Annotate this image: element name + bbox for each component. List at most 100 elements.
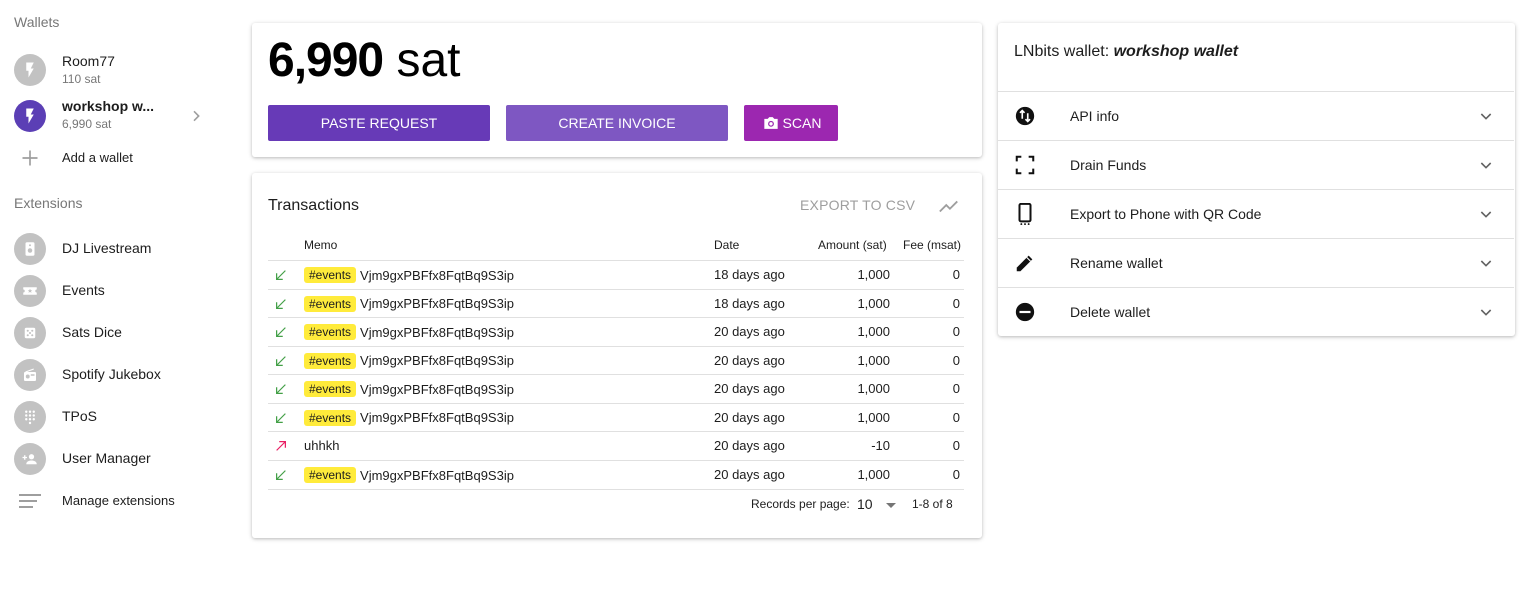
column-header-amount[interactable]: Amount (sat) [818,238,887,252]
expansion-drain-funds[interactable]: Drain Funds [998,140,1514,189]
person-add-icon [14,443,46,475]
expansion-export-phone[interactable]: Export to Phone with QR Code [998,189,1514,238]
table-row[interactable]: uhhkh 20 days ago -10 0 [268,431,964,460]
fee-cell: 0 [952,352,960,368]
expansion-label: Delete wallet [1070,304,1151,320]
amount-cell: 1,000 [857,267,890,282]
amount-cell: 1,000 [857,352,890,368]
chevron-down-icon [1480,309,1492,316]
extension-label: TPoS [62,408,98,424]
fee-cell: 0 [952,467,960,482]
expansion-label: API info [1070,108,1120,124]
dialpad-icon [14,401,46,433]
dropdown-arrow-icon [886,503,896,508]
fee-cell: 0 [952,409,960,425]
amount-cell: 1,000 [857,381,890,396]
expansion-delete-wallet[interactable]: Delete wallet [998,287,1514,336]
table-row[interactable]: #events Vjm9gxPBFfx8FqtBq9S3ip 20 days ag… [268,374,964,403]
ticket-icon [14,275,46,307]
extensions-section-title: Extensions [14,195,83,211]
extension-label: User Manager [62,450,151,466]
add-wallet-button[interactable]: Add a wallet [0,138,220,178]
arrow-outgoing-icon [276,441,286,451]
table-row[interactable]: #events Vjm9gxPBFfx8FqtBq9S3ip 20 days ag… [268,402,964,432]
extension-label: DJ Livestream [62,240,152,256]
expansion-api-info[interactable]: API info [998,91,1514,140]
table-row[interactable]: #events Vjm9gxPBFfx8FqtBq9S3ip 18 days ag… [268,260,964,289]
column-header-date[interactable]: Date [714,238,739,252]
sidebar-extension-events[interactable]: Events [0,270,220,312]
radio-icon [14,359,46,391]
sidebar-extension-user-manager[interactable]: User Manager [0,438,220,480]
column-header-fee[interactable]: Fee (msat) [903,238,961,252]
memo-text: uhhkh [304,438,340,453]
camera-icon [763,117,778,129]
memo-text: Vjm9gxPBFfx8FqtBq9S3ip [360,353,514,368]
create-invoice-button[interactable]: CREATE INVOICE [506,105,728,141]
records-per-page-label: Records per page: [751,497,850,511]
api-swap-icon [1015,106,1035,126]
fee-cell: 0 [952,324,960,339]
remove-circle-icon [1015,302,1035,322]
tag-badge: #events [304,267,357,283]
fee-cell: 0 [952,381,960,396]
chevron-down-icon [1480,113,1492,120]
manage-extensions-label: Manage extensions [62,493,175,508]
wallet-balance: 110 sat [62,72,101,86]
sidebar-extension-dj-livestream[interactable]: DJ Livestream [0,228,220,270]
add-wallet-label: Add a wallet [62,150,133,165]
sidebar-wallet-workshop[interactable]: workshop w... 6,990 sat [0,94,220,136]
table-row[interactable]: #events Vjm9gxPBFfx8FqtBq9S3ip 20 days ag… [268,317,964,346]
fee-cell: 0 [952,438,960,453]
records-per-page-value: 10 [857,496,873,512]
plus-icon [22,150,38,166]
scan-button[interactable]: SCAN [744,105,838,141]
memo-text: Vjm9gxPBFfx8FqtBq9S3ip [360,324,514,340]
date-cell: 20 days ago [714,438,785,453]
wallets-section-title: Wallets [14,14,60,30]
chevron-down-icon [1480,211,1492,218]
memo-text: Vjm9gxPBFfx8FqtBq9S3ip [360,296,514,311]
tag-badge: #events [304,352,357,369]
records-per-page-select[interactable]: 10 [857,496,896,512]
memo-text: Vjm9gxPBFfx8FqtBq9S3ip [360,381,514,397]
table-divider [268,489,964,490]
date-cell: 20 days ago [714,352,785,368]
transactions-card: Transactions EXPORT TO CSV Memo Date Amo… [252,173,982,538]
wallet-panel-name: workshop wallet [1113,43,1239,60]
scan-label: SCAN [782,115,822,131]
extension-label: Spotify Jukebox [62,366,161,382]
sidebar-extension-sats-dice[interactable]: Sats Dice [0,312,220,354]
chevron-down-icon [1480,260,1492,267]
table-row[interactable]: #events Vjm9gxPBFfx8FqtBq9S3ip 20 days ag… [268,460,964,489]
arrow-incoming-icon [276,412,286,423]
expansion-label: Export to Phone with QR Code [1070,206,1262,222]
tag-badge: #events [304,295,357,312]
tag-badge: #events [304,381,357,397]
amount-cell: 1,000 [857,324,890,339]
chart-line-icon[interactable] [938,195,960,217]
date-cell: 20 days ago [714,381,785,396]
paste-request-button[interactable]: PASTE REQUEST [268,105,490,141]
memo-text: Vjm9gxPBFfx8FqtBq9S3ip [360,467,514,483]
sidebar: Wallets Room77 110 sat workshop w... 6,9… [0,0,232,601]
scan-frame-icon [1015,155,1035,175]
export-csv-button[interactable]: EXPORT TO CSV [800,197,915,213]
expansion-label: Drain Funds [1070,157,1147,173]
pagination-range: 1-8 of 8 [912,497,953,511]
sidebar-wallet-room77[interactable]: Room77 110 sat [0,49,220,91]
bolt-icon [14,100,46,132]
date-cell: 20 days ago [714,409,785,425]
balance-unit: sat [396,34,461,87]
table-row[interactable]: #events Vjm9gxPBFfx8FqtBq9S3ip 20 days ag… [268,345,964,375]
arrow-incoming-icon [276,470,286,480]
date-cell: 18 days ago [714,267,785,282]
list-lines-icon [19,494,41,508]
fee-cell: 0 [952,267,960,282]
table-row[interactable]: #events Vjm9gxPBFfx8FqtBq9S3ip 18 days ag… [268,288,964,318]
sidebar-extension-tpos[interactable]: TPoS [0,396,220,438]
expansion-rename-wallet[interactable]: Rename wallet [998,238,1514,287]
sidebar-extension-spotify-jukebox[interactable]: Spotify Jukebox [0,354,220,396]
column-header-memo[interactable]: Memo [304,238,337,252]
manage-extensions-button[interactable]: Manage extensions [0,480,220,520]
